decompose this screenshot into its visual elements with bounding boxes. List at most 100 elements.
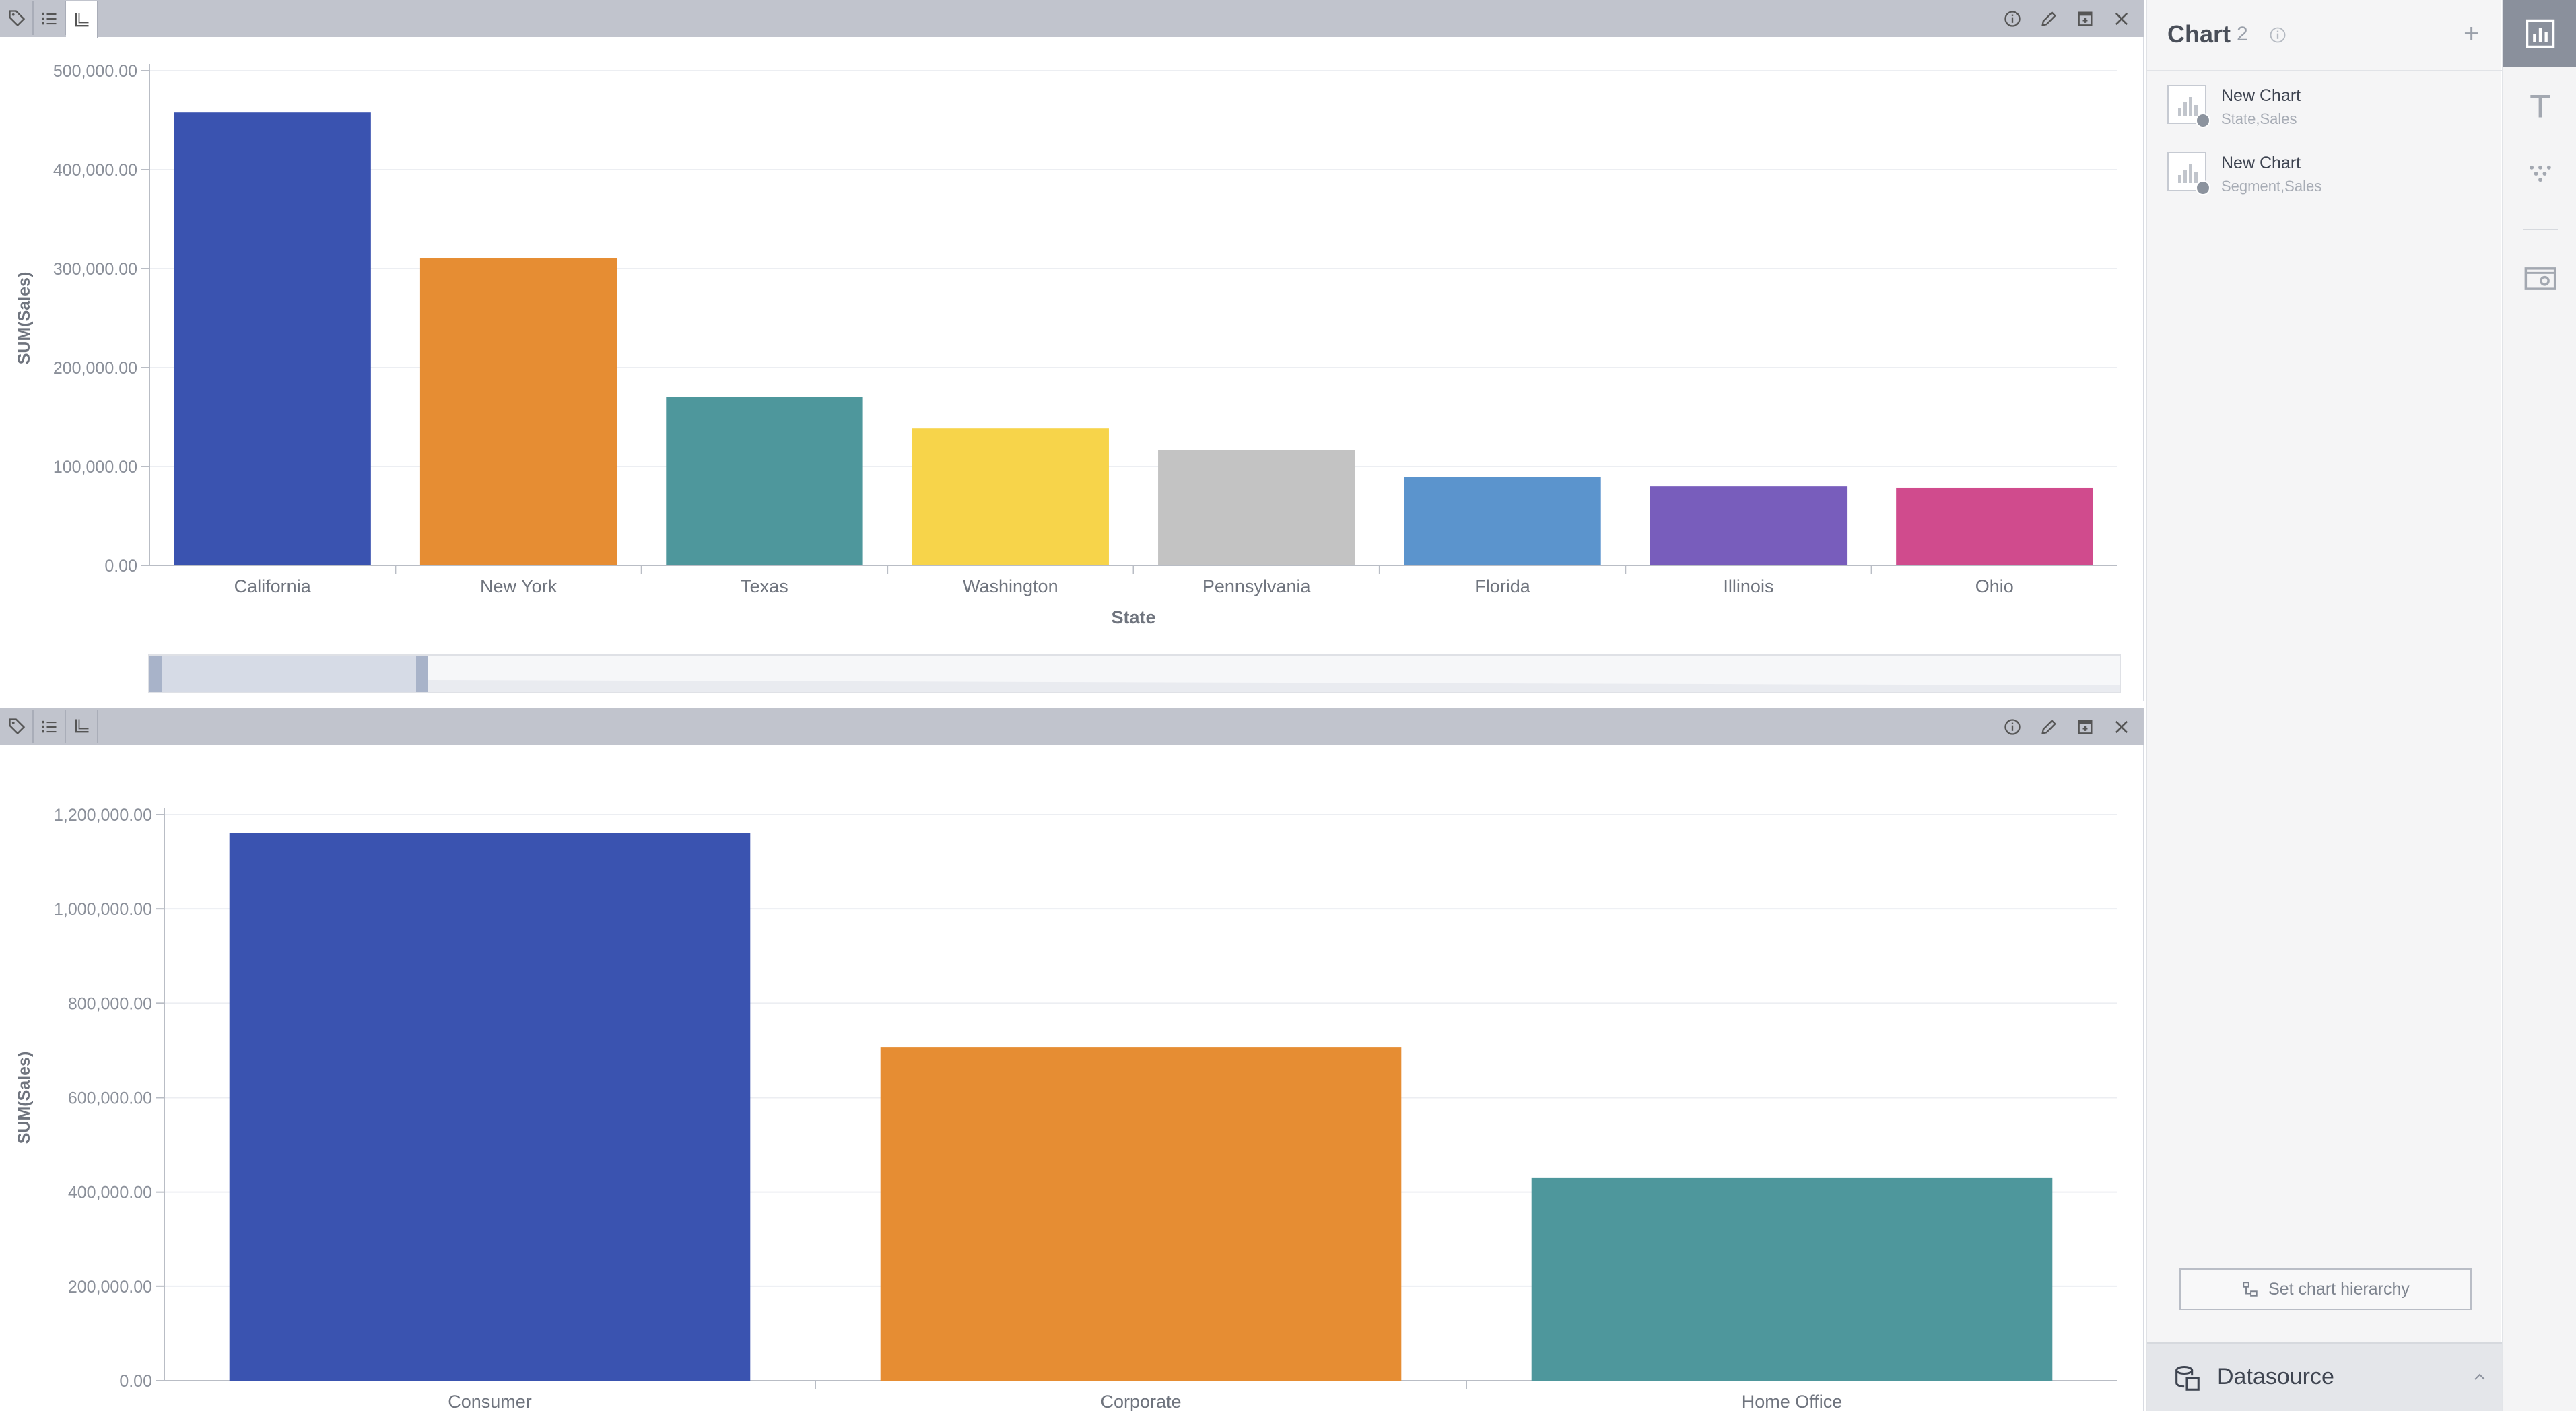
- chart-item-name: New Chart: [2221, 153, 2301, 172]
- add-chart-button[interactable]: +: [2464, 20, 2479, 47]
- x-tick-label: Corporate: [1100, 1391, 1181, 1411]
- y-tick-label: 400,000.00: [68, 1183, 152, 1202]
- set-chart-hierarchy-button[interactable]: Set chart hierarchy: [2179, 1268, 2472, 1310]
- y-tick-label: 800,000.00: [68, 994, 152, 1013]
- axis-tab[interactable]: [66, 710, 98, 743]
- panel-tabs: [1, 710, 98, 743]
- maximize-button[interactable]: [2074, 716, 2096, 738]
- info-icon: [2004, 718, 2021, 735]
- bar[interactable]: [880, 1047, 1402, 1381]
- x-tick-label: Pennsylvania: [1202, 576, 1312, 596]
- info-button[interactable]: [2002, 8, 2023, 30]
- tag-icon: [9, 718, 26, 735]
- edit-button[interactable]: [2038, 716, 2060, 738]
- panel-header: [0, 0, 2144, 38]
- x-tick-label: Washington: [963, 576, 1058, 596]
- widget-icon: [2524, 267, 2556, 290]
- list-tab[interactable]: [34, 710, 66, 743]
- chart-zoom-scrollbar[interactable]: [148, 654, 2121, 693]
- chart-list-item[interactable]: New Chart Segment,Sales: [2167, 147, 2484, 201]
- chart-list-item[interactable]: New Chart State,Sales: [2167, 79, 2484, 133]
- close-icon: [2115, 720, 2128, 733]
- info-icon[interactable]: [2268, 26, 2287, 44]
- filter-icon: [2530, 165, 2551, 182]
- y-tick-label: 200,000.00: [68, 1278, 152, 1297]
- axis-tab[interactable]: [66, 1, 98, 38]
- info-button[interactable]: [2002, 716, 2023, 738]
- y-tick-label: 400,000.00: [53, 161, 137, 180]
- datasource-bar[interactable]: Datasource: [2147, 1342, 2502, 1411]
- rail-text-button[interactable]: [2503, 73, 2576, 140]
- edit-button[interactable]: [2038, 8, 2060, 30]
- list-icon: [42, 720, 57, 733]
- y-tick-label: 600,000.00: [68, 1089, 152, 1108]
- brush-window[interactable]: [149, 656, 428, 692]
- bar[interactable]: [666, 397, 863, 565]
- state-sales-bar-chart: 0.00 100,000.00 200,000.00 300,000.00 400,00…: [15, 62, 2117, 627]
- y-tick-label: 300,000.00: [53, 260, 137, 279]
- chart-item-fields: State,Sales: [2221, 110, 2297, 127]
- segment-sales-bar-chart: 0.00 200,000.00 400,000.00 600,000.00 800,00…: [15, 806, 2117, 1411]
- bar[interactable]: [419, 258, 617, 565]
- x-axis-title: State: [1111, 607, 1155, 627]
- check-icon: [2196, 180, 2210, 195]
- x-tick-label: Texas: [741, 576, 788, 596]
- y-tick-label: 1,200,000.00: [54, 806, 152, 825]
- panel-tabs: [1, 1, 98, 38]
- sidebar-title: Chart: [2167, 20, 2231, 48]
- bar[interactable]: [1531, 1177, 2053, 1381]
- panel-header: [0, 708, 2144, 745]
- brush-handle-left[interactable]: [149, 656, 162, 692]
- dashboard-root: 0.00 100,000.00 200,000.00 300,000.00 400,00…: [0, 0, 2576, 1411]
- maximize-button[interactable]: [2074, 8, 2096, 30]
- close-button[interactable]: [2111, 8, 2132, 30]
- close-button[interactable]: [2111, 716, 2132, 738]
- y-tick-label: 0.00: [104, 557, 137, 576]
- x-tick-label: California: [234, 576, 312, 596]
- y-tick-label: 100,000.00: [53, 458, 137, 477]
- bar[interactable]: [174, 112, 371, 566]
- x-tick-label: Illinois: [1723, 576, 1773, 596]
- tag-tab[interactable]: [1, 1, 34, 35]
- chart-item-fields: Segment,Sales: [2221, 178, 2322, 195]
- x-tick-label: New York: [480, 576, 557, 596]
- y-axis-title: SUM(Sales): [15, 1052, 34, 1144]
- tag-tab[interactable]: [1, 710, 34, 743]
- panel-actions: [2002, 0, 2132, 37]
- hierarchy-button-label: Set chart hierarchy: [2268, 1279, 2410, 1299]
- chart-panel-segment: 0.00 200,000.00 400,000.00 600,000.00 800,00…: [0, 708, 2144, 1411]
- rail-widget-button[interactable]: [2503, 245, 2576, 312]
- list-tab[interactable]: [34, 1, 66, 35]
- hierarchy-icon: [2243, 1282, 2258, 1297]
- brush-handle-right[interactable]: [416, 656, 428, 692]
- bar[interactable]: [1158, 450, 1355, 565]
- chart-sidebar: Chart 2 + New Chart State,Sales New Char…: [2146, 0, 2502, 1411]
- bar[interactable]: [912, 428, 1109, 565]
- x-tick-label: Florida: [1475, 576, 1531, 596]
- info-icon: [2004, 10, 2021, 27]
- y-tick-label: 200,000.00: [53, 359, 137, 378]
- maximize-icon: [2078, 720, 2093, 734]
- chevron-up-icon[interactable]: [2472, 1369, 2488, 1385]
- text-icon: [2530, 94, 2550, 118]
- rail-filter-button[interactable]: [2503, 140, 2576, 207]
- bar[interactable]: [1404, 477, 1601, 565]
- x-tick-label: Home Office: [1742, 1391, 1843, 1411]
- bar[interactable]: [229, 833, 751, 1381]
- axis-icon: [75, 719, 89, 733]
- pencil-icon: [2041, 11, 2056, 26]
- y-tick-label: 1,000,000.00: [54, 900, 152, 919]
- rail-separator: [2523, 229, 2558, 230]
- bar[interactable]: [1896, 487, 2093, 565]
- maximize-icon: [2078, 11, 2093, 26]
- check-icon: [2196, 113, 2210, 128]
- chart-count: 2: [2237, 23, 2248, 45]
- rail-chart-button[interactable]: [2503, 0, 2576, 67]
- x-tick-label: Ohio: [1975, 576, 2014, 596]
- x-tick-label: Consumer: [448, 1391, 532, 1411]
- bar[interactable]: [1650, 486, 1848, 565]
- chart-item-name: New Chart: [2221, 86, 2301, 105]
- tool-rail: [2502, 0, 2576, 1411]
- close-icon: [2115, 12, 2128, 25]
- y-tick-label: 500,000.00: [53, 62, 137, 81]
